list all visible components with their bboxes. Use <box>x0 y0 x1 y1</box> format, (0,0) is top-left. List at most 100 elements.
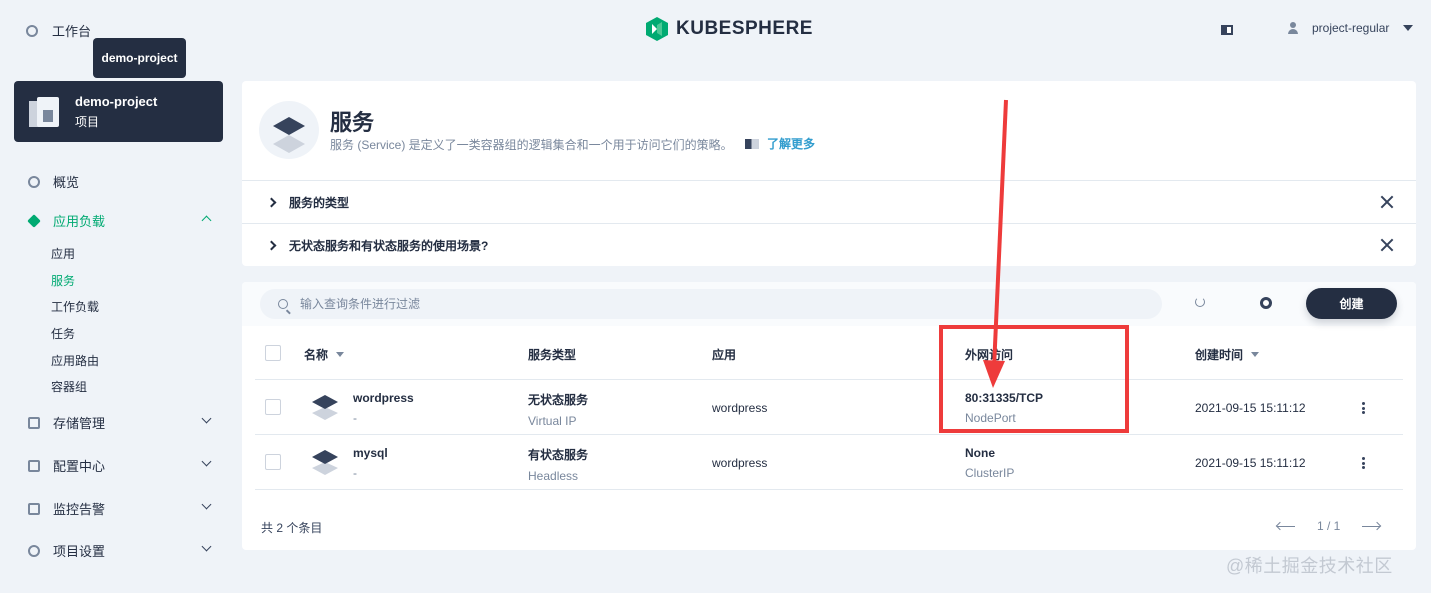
service-alias: - <box>353 411 357 425</box>
service-app: wordpress <box>712 456 768 470</box>
page-title: 服务 <box>330 110 375 135</box>
page-header-panel: 服务 服务 (Service) 是定义了一类容器组的逻辑集合和一个用于访问它们的… <box>242 81 1416 266</box>
column-label: 服务类型 <box>528 348 577 362</box>
page-description: 服务 (Service) 是定义了一类容器组的逻辑集合和一个用于访问它们的策略。 <box>330 138 733 152</box>
table-header: 名称 服务类型 应用 外网访问 创建时间 <box>255 326 1403 380</box>
annotation-highlight-box <box>939 325 1129 433</box>
gear-icon <box>28 544 40 557</box>
column-header-created[interactable]: 创建时间 <box>1195 346 1260 363</box>
sidebar-subitem-jobs[interactable]: 任务 <box>51 325 75 342</box>
sidebar-item-label: 监控告警 <box>53 502 106 517</box>
search-input[interactable] <box>300 297 1100 311</box>
workbench-link[interactable]: 工作台 <box>26 21 91 40</box>
project-type: 项目 <box>75 114 100 129</box>
faq-question: 无状态服务和有状态服务的使用场景? <box>289 238 489 253</box>
row-checkbox[interactable] <box>265 399 281 415</box>
chevron-right-icon <box>266 240 277 250</box>
sidebar-subitem-workloads[interactable]: 工作负载 <box>51 298 99 315</box>
project-card[interactable]: demo-project 项目 <box>14 81 223 142</box>
project-name: demo-project <box>75 93 158 109</box>
sidebar-subitem-services[interactable]: 服务 <box>51 272 75 289</box>
page-indicator: 1 / 1 <box>1317 519 1341 533</box>
kubesphere-logo-icon <box>646 17 668 41</box>
service-type-sub: Headless <box>528 469 579 483</box>
column-header-name[interactable]: 名称 <box>304 346 345 363</box>
sidebar-subitem-apps[interactable]: 应用 <box>51 245 75 262</box>
next-page-icon[interactable] <box>1362 521 1381 531</box>
sidebar-item-overview[interactable]: 概览 <box>28 172 210 191</box>
sidebar-item-label: 存储管理 <box>53 416 106 431</box>
service-icon <box>259 101 319 159</box>
sidebar-item-config[interactable]: 配置中心 <box>28 456 212 475</box>
sidebar-subitem-routes[interactable]: 应用路由 <box>51 352 99 369</box>
close-icon[interactable] <box>1380 238 1394 252</box>
kubesphere-logo[interactable]: KUBESPHERE <box>644 16 813 42</box>
hammer-icon <box>28 459 40 472</box>
username: project-regular <box>1312 21 1390 35</box>
learn-more-link[interactable]: 了解更多 <box>745 135 815 152</box>
faq-item[interactable]: 服务的类型 <box>242 180 1416 223</box>
chevron-right-icon <box>266 197 277 207</box>
watermark: @稀土掘金技术社区 <box>1226 556 1393 576</box>
column-label: 应用 <box>712 348 737 362</box>
row-checkbox[interactable] <box>265 454 281 470</box>
chevron-down-icon <box>201 413 212 424</box>
project-tooltip: demo-project <box>93 38 186 78</box>
column-header-app: 应用 <box>712 346 736 363</box>
chevron-down-icon <box>201 541 212 552</box>
refresh-icon[interactable] <box>1195 297 1205 307</box>
sort-icon <box>336 352 345 357</box>
external-access-type: ClusterIP <box>965 466 1015 480</box>
sidebar-subitem-pods[interactable]: 容器组 <box>51 378 87 395</box>
layout-toggle-icon[interactable] <box>1221 25 1233 35</box>
search-icon <box>278 299 288 309</box>
learn-more-label: 了解更多 <box>767 137 816 151</box>
user-icon <box>1288 22 1298 34</box>
more-icon[interactable] <box>1362 402 1365 414</box>
table-row[interactable]: wordpress - 无状态服务 Virtual IP wordpress 8… <box>255 380 1403 435</box>
sidebar-item-storage[interactable]: 存储管理 <box>28 413 212 432</box>
close-icon[interactable] <box>1380 195 1394 209</box>
more-icon[interactable] <box>1362 457 1365 469</box>
sidebar-item-workloads[interactable]: 应用负载 <box>27 211 212 230</box>
select-all-checkbox[interactable] <box>265 345 281 361</box>
workbench-label: 工作台 <box>52 24 92 39</box>
user-menu[interactable]: project-regular <box>1288 21 1414 35</box>
external-access: None <box>965 446 995 460</box>
service-alias: - <box>353 466 357 480</box>
column-label: 名称 <box>304 348 329 362</box>
created-time: 2021-09-15 15:11:12 <box>1195 401 1306 415</box>
storage-icon <box>28 416 40 429</box>
service-icon <box>312 395 338 420</box>
sidebar-item-settings[interactable]: 项目设置 <box>28 541 212 560</box>
services-table-panel: 创建 名称 服务类型 应用 外网访问 创建时间 wordpress - <box>242 282 1416 550</box>
sort-icon <box>1251 352 1260 357</box>
chevron-up-icon <box>201 215 212 226</box>
book-icon <box>745 138 759 149</box>
logo-text: KUBESPHERE <box>676 18 813 39</box>
overview-icon <box>28 175 40 188</box>
sidebar-item-label: 配置中心 <box>53 459 106 474</box>
service-name-link[interactable]: wordpress <box>353 391 414 405</box>
created-time: 2021-09-15 15:11:12 <box>1195 456 1306 470</box>
search-box[interactable] <box>260 289 1162 319</box>
sidebar-item-monitoring[interactable]: 监控告警 <box>28 499 212 518</box>
chevron-down-icon <box>201 456 212 467</box>
create-button[interactable]: 创建 <box>1306 288 1397 319</box>
layers-icon <box>27 213 41 228</box>
column-label: 创建时间 <box>1195 348 1244 362</box>
service-type: 有状态服务 <box>528 448 589 462</box>
table-row[interactable]: mysql - 有状态服务 Headless wordpress None Cl… <box>255 435 1403 490</box>
service-icon <box>312 450 338 475</box>
monitor-icon <box>28 502 40 515</box>
caret-down-icon <box>1403 25 1414 31</box>
prev-page-icon[interactable] <box>1277 521 1295 531</box>
sidebar-item-label: 应用负载 <box>53 214 106 229</box>
service-type-sub: Virtual IP <box>528 414 577 428</box>
service-name-link[interactable]: mysql <box>353 446 388 460</box>
column-header-type: 服务类型 <box>528 346 576 363</box>
faq-item[interactable]: 无状态服务和有状态服务的使用场景? <box>242 223 1416 266</box>
chevron-down-icon <box>201 499 212 510</box>
settings-icon[interactable] <box>1260 297 1272 309</box>
dashboard-icon <box>26 24 38 37</box>
